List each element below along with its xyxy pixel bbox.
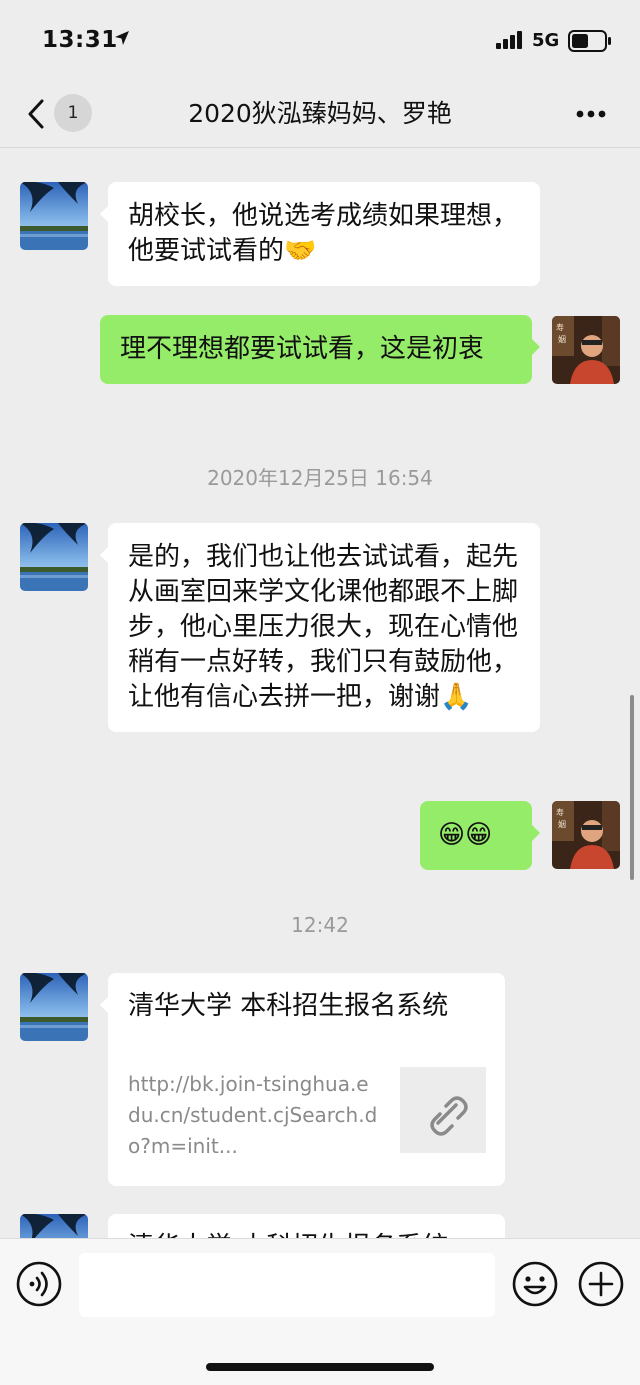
link-card-title: 清华大学 本科招生报名系统 [128,1228,478,1238]
link-card-url: http://bk.join-tsinghua.edu.cn/student.c… [128,1072,378,1158]
message-bubble-incoming[interactable]: 胡校长，他说选考成绩如果理想，他要试试看的🤝 [100,182,540,286]
link-card-message[interactable]: 清华大学 本科招生报名系统 [108,1214,505,1238]
contact-avatar[interactable] [20,1214,88,1238]
scroll-indicator[interactable] [630,695,634,880]
beach-avatar-image [20,1214,88,1238]
chevron-left-icon [28,99,44,129]
link-icon [430,1096,468,1136]
beach-avatar-image [20,523,88,591]
link-card-message[interactable]: 清华大学 本科招生报名系统 http://bk.join-tsinghua.ed… [100,973,505,1186]
contact-avatar[interactable] [20,523,88,591]
message-list[interactable]: 胡校长，他说选考成绩如果理想，他要试试看的🤝 理不理想都要试试看，这是初衷 寿 … [0,148,640,1238]
my-avatar[interactable]: 寿 姻 [552,801,620,869]
emoji-icon[interactable] [512,1261,558,1307]
self-portrait-avatar-image: 寿 姻 [552,801,620,869]
chat-title: 2020狄泓臻妈妈、罗艳 [188,99,452,128]
message-text: 😁😁 [438,820,493,850]
status-time: 13:31 [42,27,118,53]
message-bubble-outgoing[interactable]: 😁😁 [420,801,540,870]
network-type: 5G [532,30,560,51]
beach-avatar-image [20,182,88,250]
battery-icon [568,30,611,52]
message-timestamp: 2020年12月25日 16:54 [207,466,433,490]
input-bar [0,1238,640,1385]
contact-avatar[interactable] [20,182,88,250]
link-card-title: 清华大学 本科招生报名系统 [128,991,449,1021]
message-text: 理不理想都要试试看，这是初衷 [120,334,485,364]
chat-header: 1 2020狄泓臻妈妈、罗艳 [0,82,640,148]
home-indicator[interactable] [206,1363,434,1371]
location-arrow-icon [115,31,129,45]
unread-count-badge: 1 [54,94,92,132]
message-bubble-outgoing[interactable]: 理不理想都要试试看，这是初衷 [100,315,540,384]
message-text: 胡校长，他说选考成绩如果理想，他要试试看的🤝 [128,201,519,266]
cellular-signal-icon [496,31,522,49]
svg-text:寿: 寿 [556,322,564,332]
link-card-thumbnail [400,1067,486,1153]
message-timestamp: 12:42 [291,913,349,937]
voice-icon[interactable] [16,1261,62,1307]
svg-text:姻: 姻 [558,819,566,829]
plus-icon[interactable] [578,1261,624,1307]
svg-text:寿: 寿 [556,807,564,817]
status-bar: 13:31 5G [0,0,640,82]
self-portrait-avatar-image: 寿 姻 [552,316,620,384]
my-avatar[interactable]: 寿 姻 [552,316,620,384]
beach-avatar-image [20,973,88,1041]
more-dots-icon[interactable] [566,100,616,128]
back-button[interactable]: 1 [14,82,98,146]
message-text: 是的，我们也让他去试试看，起先从画室回来学文化课他都跟不上脚步，他心里压力很大，… [128,542,519,712]
svg-text:姻: 姻 [558,334,566,344]
message-bubble-incoming[interactable]: 是的，我们也让他去试试看，起先从画室回来学文化课他都跟不上脚步，他心里压力很大，… [100,523,540,732]
contact-avatar[interactable] [20,973,88,1041]
message-input[interactable] [79,1253,495,1317]
